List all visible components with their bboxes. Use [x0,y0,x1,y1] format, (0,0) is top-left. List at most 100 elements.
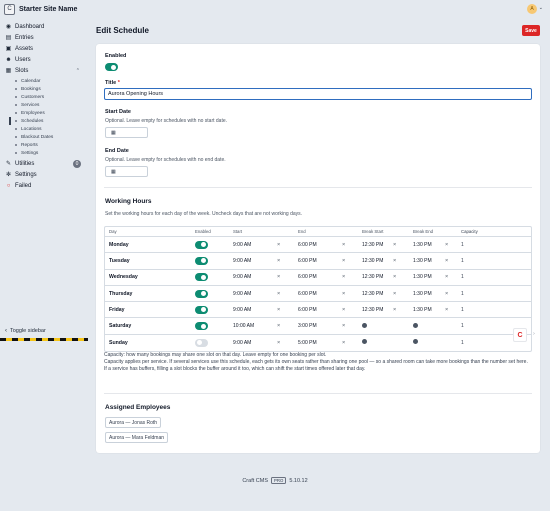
capacity-input[interactable]: 1 [461,258,464,264]
subnav-schedules[interactable]: Schedules [0,117,88,125]
clear-end-icon[interactable]: × [342,307,345,313]
clear-end-icon[interactable]: × [342,242,345,248]
break-start-input[interactable]: 12:30 PM [362,242,383,248]
subnav-settings[interactable]: Settings [0,149,88,157]
break-start-input[interactable] [362,339,367,346]
clear-break-start-icon[interactable]: × [393,242,396,248]
break-start-input[interactable]: 12:30 PM [362,307,383,313]
end-time-input[interactable]: 6:00 PM [298,258,317,264]
nav-settings[interactable]: ✻ Settings [0,169,88,180]
clear-end-icon[interactable]: × [342,274,345,280]
clear-break-start-icon[interactable]: × [393,291,396,297]
day-enabled-toggle[interactable] [195,322,208,331]
end-time-input[interactable]: 3:00 PM [298,323,317,329]
chevron-right-icon[interactable]: › [533,331,535,337]
capacity-input[interactable]: 1 [461,242,464,248]
start-time-input[interactable]: 10:00 AM [233,323,254,329]
end-date-input[interactable]: ▦ [105,166,148,177]
clear-end-icon[interactable]: × [342,340,345,346]
clear-start-icon[interactable]: × [277,291,280,297]
clear-break-end-icon[interactable]: × [445,307,448,313]
break-end-input[interactable]: 1:30 PM [413,307,432,313]
day-enabled-toggle[interactable] [195,305,208,314]
clear-break-start-icon[interactable]: × [393,274,396,280]
craft-icon[interactable]: C [513,328,527,342]
break-end-input[interactable]: 1:30 PM [413,274,432,280]
break-end-input[interactable] [413,322,418,330]
enabled-toggle[interactable] [105,63,118,71]
capacity-input[interactable]: 1 [461,323,464,329]
day-enabled-toggle[interactable] [195,256,208,265]
nav-assets[interactable]: ▣ Assets [0,43,88,54]
nav-utilities[interactable]: ✎ Utilities 0 [0,158,88,169]
break-start-input[interactable]: 12:30 PM [362,258,383,264]
clear-break-end-icon[interactable]: × [445,258,448,264]
nav-entries[interactable]: ▤ Entries [0,32,88,43]
nav-failed[interactable]: ○ Failed [0,180,88,191]
clear-start-icon[interactable]: × [277,340,280,346]
nav-dashboard[interactable]: ◉ Dashboard [0,21,88,32]
end-time-input[interactable]: 6:00 PM [298,291,317,297]
toggle-sidebar-button[interactable]: ‹ Toggle sidebar [5,328,46,334]
clear-break-end-icon[interactable]: × [445,274,448,280]
end-time-input[interactable]: 6:00 PM [298,307,317,313]
site-name[interactable]: Starter Site Name [19,6,77,13]
clear-start-icon[interactable]: × [277,323,280,329]
capacity-input[interactable]: 1 [461,340,464,346]
start-time-input[interactable]: 9:00 AM [233,274,251,280]
clear-end-icon[interactable]: × [342,323,345,329]
start-time-input[interactable]: 9:00 AM [233,291,251,297]
title-input[interactable]: Aurora Opening Hours [104,88,532,100]
subnav-blackout-dates[interactable]: Blackout Dates [0,133,88,141]
day-enabled-toggle[interactable] [195,289,208,298]
clear-end-icon[interactable]: × [342,291,345,297]
start-time-input[interactable]: 9:00 AM [233,242,251,248]
clear-start-icon[interactable]: × [277,242,280,248]
end-time-input[interactable]: 6:00 PM [298,274,317,280]
clear-end-icon[interactable]: × [342,258,345,264]
start-time-input[interactable]: 9:00 AM [233,340,251,346]
nav-slots[interactable]: ▦ Slots ⌃ [0,65,88,76]
clear-break-end-icon[interactable]: × [445,242,448,248]
capacity-input[interactable]: 1 [461,274,464,280]
day-enabled-toggle[interactable] [195,273,208,282]
subnav-locations[interactable]: Locations [0,125,88,133]
capacity-input[interactable]: 1 [461,291,464,297]
end-time-input[interactable]: 5:00 PM [298,340,317,346]
subnav-bookings[interactable]: Bookings [0,85,88,93]
clear-break-end-icon[interactable]: × [445,291,448,297]
start-date-input[interactable]: ▦ [105,127,148,138]
break-end-input[interactable]: 1:30 PM [413,242,432,248]
subnav-calendar[interactable]: Calendar [0,77,88,85]
start-time-input[interactable]: 9:00 AM [233,307,251,313]
day-enabled-toggle[interactable] [195,240,208,249]
break-start-input[interactable]: 12:30 PM [362,291,383,297]
chevron-up-icon[interactable]: ⌃ [76,68,80,74]
clear-start-icon[interactable]: × [277,274,280,280]
avatar[interactable]: A [527,4,537,14]
site-switcher[interactable]: C Starter Site Name [0,0,88,18]
employee-chip[interactable]: Aurora — Mara Feldman [105,432,169,443]
subnav-customers[interactable]: Customers [0,93,88,101]
calendar-icon: ▦ [111,129,116,136]
subnav-employees[interactable]: Employees [0,109,88,117]
start-time-input[interactable]: 9:00 AM [233,258,251,264]
break-start-input[interactable]: 12:30 PM [362,274,383,280]
break-end-input[interactable] [413,339,418,346]
clear-start-icon[interactable]: × [277,307,280,313]
subnav-services[interactable]: Services [0,101,88,109]
break-start-input[interactable] [362,322,367,330]
day-enabled-toggle[interactable] [195,338,208,347]
capacity-input[interactable]: 1 [461,307,464,313]
clear-break-start-icon[interactable]: × [393,258,396,264]
clear-break-start-icon[interactable]: × [393,307,396,313]
chevron-down-icon[interactable]: ⌄ [539,5,543,11]
employee-chip[interactable]: Aurora — Jonas Roth [105,417,162,428]
break-end-input[interactable]: 1:30 PM [413,291,432,297]
break-end-input[interactable]: 1:30 PM [413,258,432,264]
clear-start-icon[interactable]: × [277,258,280,264]
nav-users[interactable]: ☻ Users [0,54,88,65]
end-time-input[interactable]: 6:00 PM [298,242,317,248]
save-button[interactable]: Save [522,25,540,36]
subnav-reports[interactable]: Reports [0,141,88,149]
